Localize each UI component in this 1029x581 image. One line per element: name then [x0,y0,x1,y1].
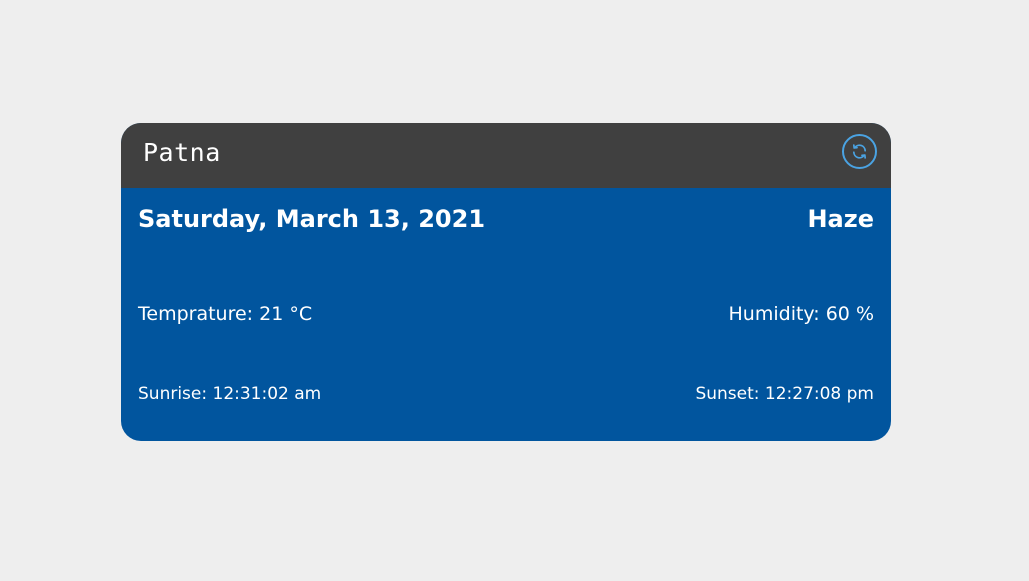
refresh-button[interactable] [842,134,877,169]
temperature-label: Temprature: 21 °C [138,303,313,325]
city-name: Patna [143,138,221,167]
weather-condition: Haze [807,205,874,233]
card-body: Saturday, March 13, 2021 Haze Temprature… [121,188,891,441]
card-header: Patna [121,123,891,188]
sunrise-label: Sunrise: 12:31:02 am [138,384,322,404]
sunset-label: Sunset: 12:27:08 pm [695,384,874,404]
date-label: Saturday, March 13, 2021 [138,205,486,233]
humidity-label: Humidity: 60 % [728,303,874,325]
weather-card: Patna Saturday, March 13, 2021 Haze Temp… [121,123,891,441]
refresh-icon [852,144,867,159]
